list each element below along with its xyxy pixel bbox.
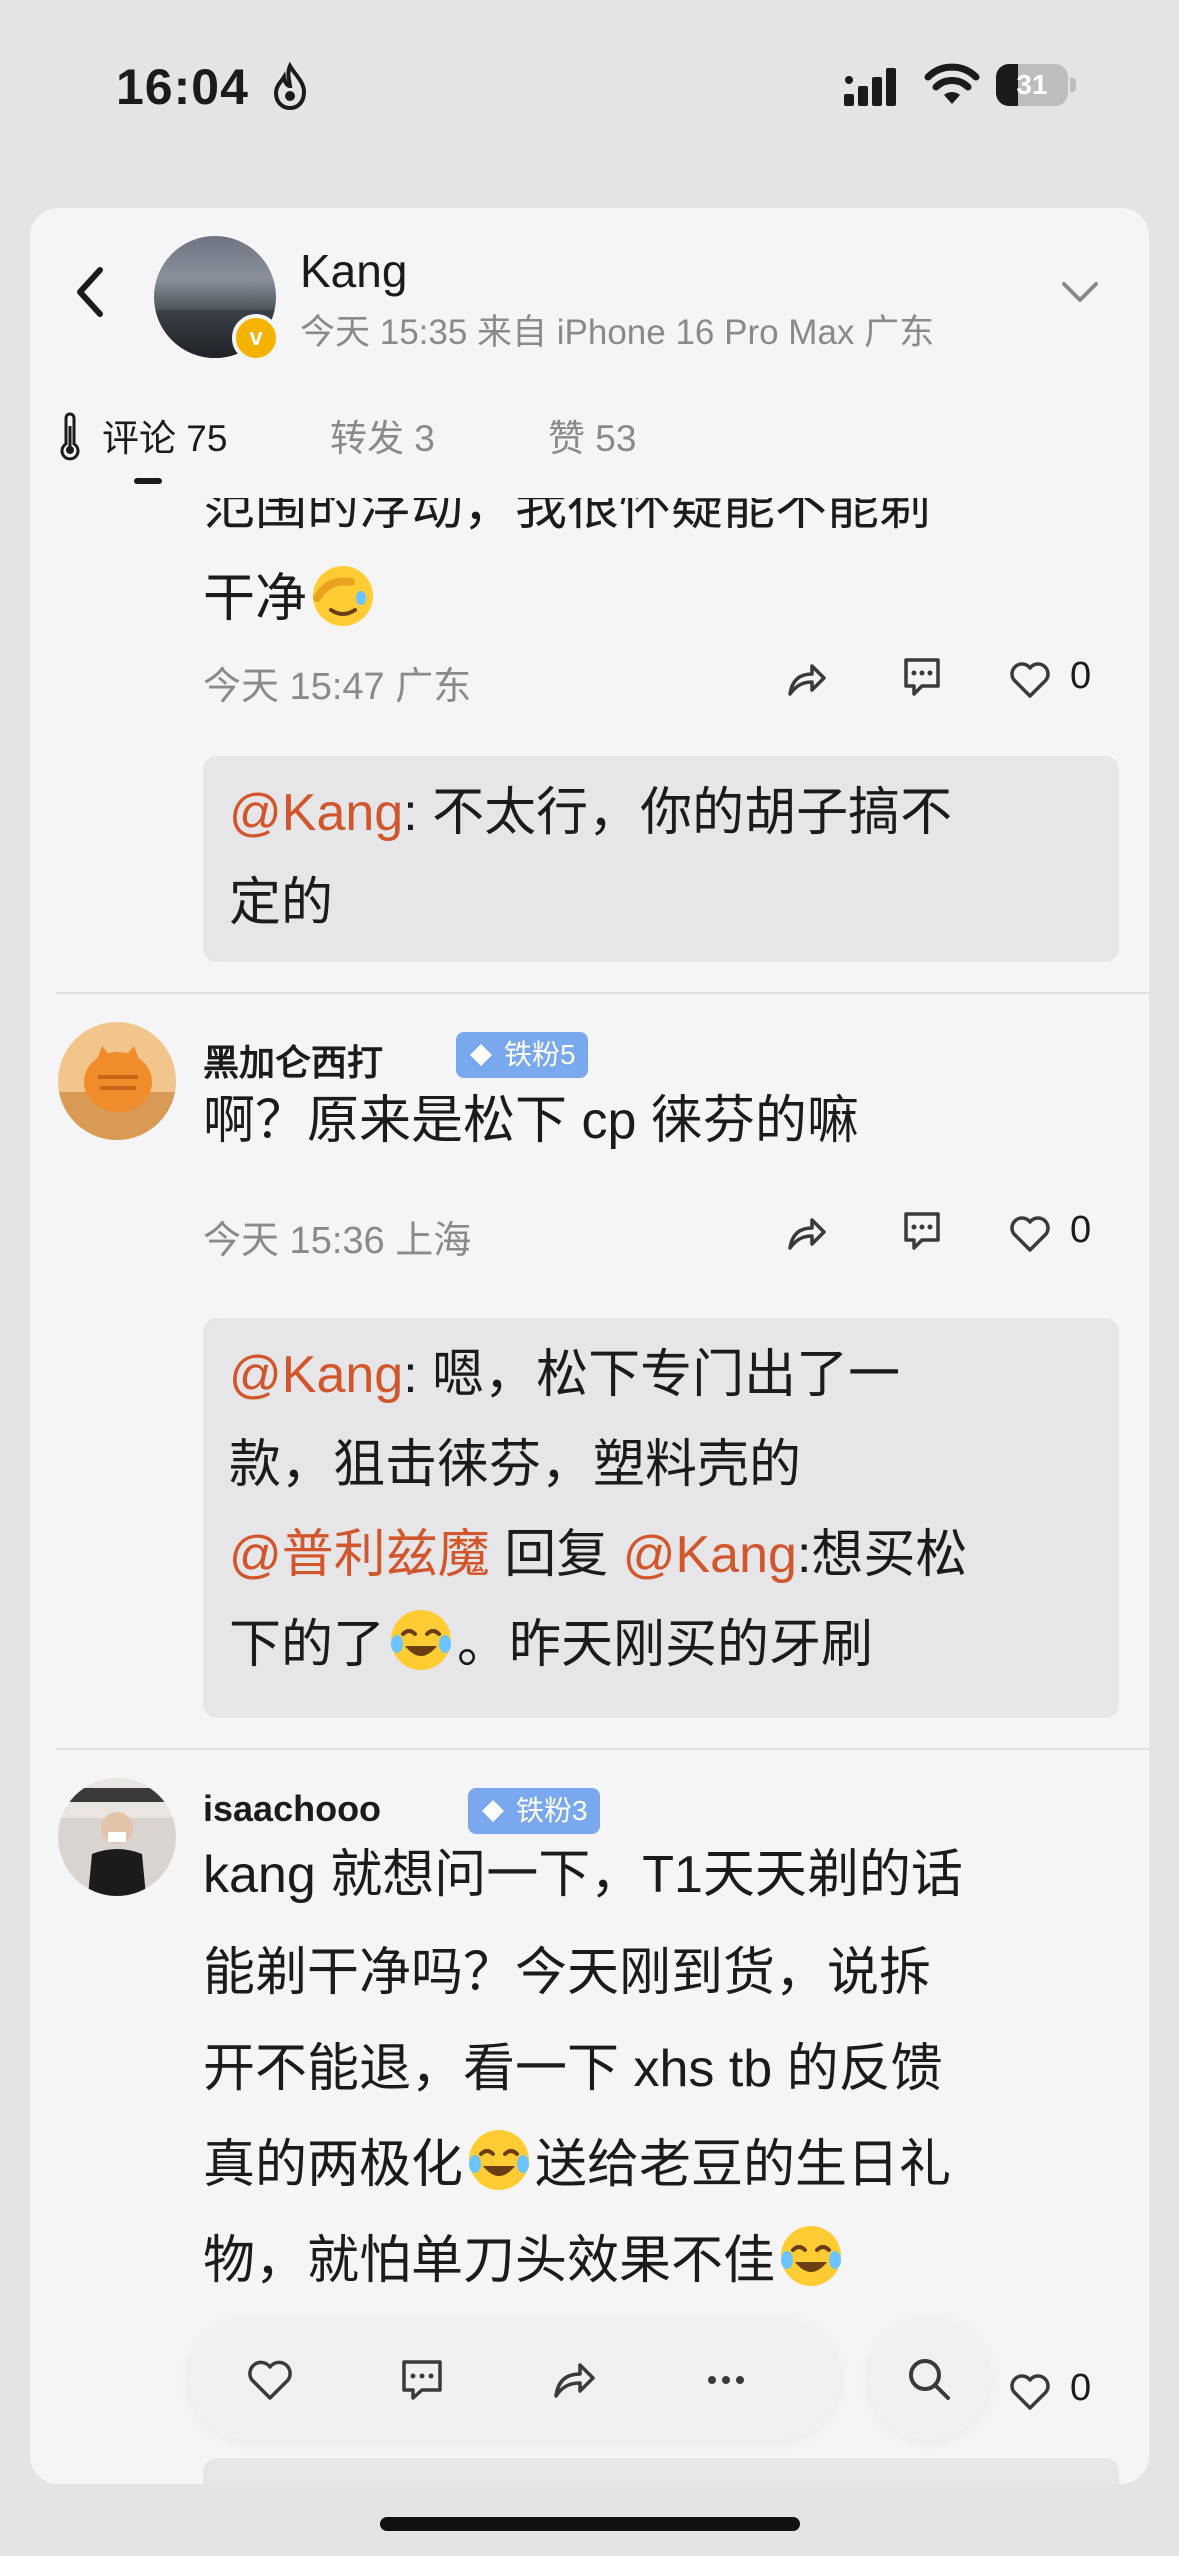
- post-header: v Kang 今天 15:35 来自 iPhone 16 Pro Max 广东: [30, 208, 1149, 368]
- cellular-signal-icon: [844, 68, 896, 106]
- reply-preview[interactable]: @Kang: 不太行，你的胡子搞不 定的: [203, 756, 1119, 962]
- wifi-icon: [924, 63, 980, 104]
- comment-text-line: 真的两极化 送给老豆的生日礼: [203, 2116, 951, 2214]
- comment-divider: [56, 1748, 1149, 1750]
- comment-list[interactable]: 范围的浮动，我很怀疑能不能剃 干净 今天 15:47 广东 0 @Kang: 不…: [30, 498, 1149, 2484]
- search-icon: [909, 2359, 950, 2400]
- tears-of-joy-emoji-icon: [469, 2130, 530, 2190]
- comment-divider: [56, 992, 1149, 994]
- mention-link[interactable]: @Kang: [229, 1346, 403, 1404]
- mention-link[interactable]: @Kang: [623, 1526, 797, 1584]
- bottom-action-bar: [188, 2318, 840, 2440]
- like-count: 0: [1070, 2367, 1092, 2409]
- more-icon[interactable]: [702, 2356, 750, 2404]
- comment-text-line: kang 就想问一下，T1天天剃的话: [203, 1846, 963, 1904]
- commenter-avatar[interactable]: [58, 1778, 176, 1896]
- comment-text-line: 能剃干净吗？今天刚到货，说拆: [203, 1944, 932, 2002]
- search-button[interactable]: [868, 2318, 990, 2440]
- facepalm-emoji-icon: [313, 566, 374, 626]
- share-icon[interactable]: [550, 2356, 598, 2404]
- reply-line: @Kang: 嗯，松下专门出了一: [229, 1346, 901, 1404]
- battery-percent: 31: [1016, 69, 1048, 100]
- comment-tabs: 评论 75 转发 3 赞 53: [30, 398, 1149, 478]
- post-detail-card: v Kang 今天 15:35 来自 iPhone 16 Pro Max 广东 …: [30, 208, 1149, 2484]
- post-meta: 今天 15:35 来自 iPhone 16 Pro Max 广东: [300, 313, 935, 352]
- tab-likes[interactable]: 赞 53: [548, 408, 636, 462]
- mention-link[interactable]: @Kang: [229, 784, 403, 842]
- comment-meta: 今天 15:47 广东: [203, 666, 472, 708]
- comment-text-line: 干净: [203, 550, 379, 648]
- active-tab-indicator: [134, 478, 162, 484]
- reply-preview[interactable]: [203, 2458, 1119, 2484]
- thermometer-icon: [60, 412, 80, 461]
- comment-icon[interactable]: [900, 1208, 944, 1252]
- comment-text-line: 啊？原来是松下 cp 徕芬的嘛: [203, 1092, 859, 1150]
- comment-text-line: 物，就怕单刀头效果不佳: [203, 2212, 847, 2310]
- comment-icon[interactable]: [398, 2356, 446, 2404]
- commenter-name[interactable]: isaachooo: [203, 1788, 381, 1830]
- heart-icon[interactable]: [246, 2356, 294, 2404]
- focus-flame-icon: [273, 62, 307, 110]
- reply-line: 款，狙击徕芬，塑料壳的: [229, 1436, 802, 1494]
- like-count: 0: [1070, 655, 1092, 697]
- share-icon[interactable]: [784, 1212, 828, 1256]
- comment-meta: 今天 15:36 上海: [203, 1220, 472, 1262]
- mention-link[interactable]: @普利兹魔: [229, 1526, 490, 1584]
- reply-line: 下的了 。昨天刚买的牙刷: [229, 1602, 873, 1677]
- home-indicator[interactable]: [380, 2517, 800, 2531]
- tears-of-joy-emoji-icon: [391, 1610, 452, 1670]
- heart-icon[interactable]: [1008, 1212, 1052, 1256]
- tears-of-joy-emoji-icon: [781, 2226, 842, 2286]
- reply-preview[interactable]: @Kang: 嗯，松下专门出了一 款，狙击徕芬，塑料壳的 @普利兹魔 回复 @K…: [203, 1318, 1119, 1718]
- tab-comments[interactable]: 评论 75: [102, 408, 227, 462]
- comment-text-line: 开不能退，看一下 xhs tb 的反馈: [203, 2040, 943, 2098]
- tab-reposts[interactable]: 转发 3: [330, 408, 435, 462]
- battery-indicator: 31: [996, 64, 1076, 108]
- reply-line: @普利兹魔 回复 @Kang:想买松: [229, 1526, 968, 1584]
- author-name[interactable]: Kang: [300, 244, 407, 298]
- share-icon[interactable]: [784, 658, 828, 702]
- status-time: 16:04: [116, 59, 249, 115]
- commenter-avatar[interactable]: [58, 1022, 176, 1140]
- verified-badge: v: [232, 314, 280, 362]
- diamond-icon: [470, 1044, 492, 1066]
- like-count: 0: [1070, 1209, 1092, 1251]
- reply-line: 定的: [229, 874, 334, 932]
- back-arrow-icon[interactable]: [70, 262, 110, 322]
- heart-icon[interactable]: [1008, 2370, 1052, 2414]
- comment-icon[interactable]: [900, 654, 944, 698]
- status-bar: 16:04 31: [0, 0, 1179, 170]
- diamond-icon: [482, 1800, 504, 1822]
- reply-line: @Kang: 不太行，你的胡子搞不: [229, 784, 953, 842]
- heart-icon[interactable]: [1008, 658, 1052, 702]
- comment-text-line: 范围的浮动，我很怀疑能不能剃: [203, 498, 932, 536]
- chevron-down-icon[interactable]: [1060, 278, 1100, 306]
